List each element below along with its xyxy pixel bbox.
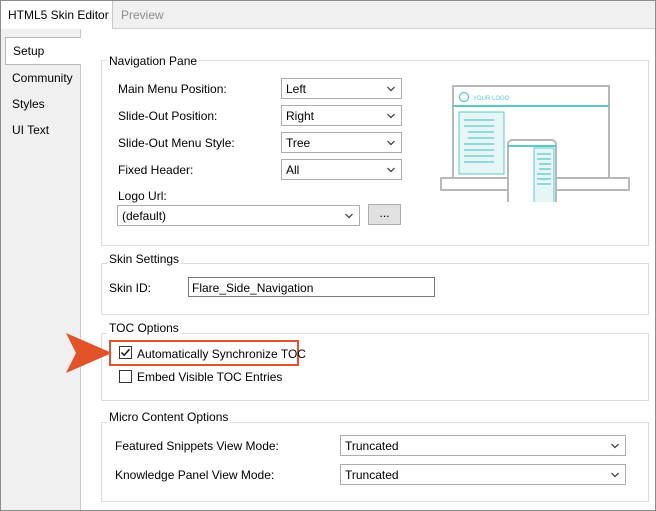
- skin-id-label: Skin ID:: [109, 281, 152, 295]
- knowledge-panel-value: Truncated: [345, 468, 399, 482]
- setup-panel: Navigation Pane Main Menu Position: Left…: [81, 29, 655, 510]
- sidebar-item-label: Styles: [12, 97, 45, 111]
- slide-out-menu-style-label: Slide-Out Menu Style:: [118, 136, 235, 150]
- tab-html5-skin-editor-label: HTML5 Skin Editor: [8, 8, 109, 22]
- sidebar-item-styles[interactable]: Styles: [12, 97, 45, 111]
- knowledge-panel-label: Knowledge Panel View Mode:: [115, 468, 275, 482]
- chevron-down-icon: [387, 140, 395, 146]
- auto-sync-toc-label: Automatically Synchronize TOC: [137, 347, 306, 361]
- featured-snippets-value: Truncated: [345, 439, 399, 453]
- tab-preview-label: Preview: [121, 8, 164, 22]
- fixed-header-label: Fixed Header:: [118, 163, 194, 177]
- embed-visible-toc-label: Embed Visible TOC Entries: [137, 370, 283, 384]
- preview-logo-text: YOUR LOGO: [473, 96, 510, 102]
- sidebar-item-community[interactable]: Community: [12, 71, 73, 85]
- tab-preview[interactable]: Preview: [121, 8, 164, 22]
- logo-url-value: (default): [122, 209, 167, 223]
- main-menu-position-select[interactable]: Left: [281, 78, 402, 99]
- sidebar-item-setup[interactable]: Setup: [5, 37, 82, 65]
- logo-url-select[interactable]: (default): [117, 205, 360, 226]
- skin-id-input[interactable]: Flare_Side_Navigation: [188, 277, 435, 297]
- sidebar: Setup Community Styles UI Text: [1, 29, 82, 510]
- sidebar-item-ui-text[interactable]: UI Text: [12, 123, 49, 137]
- navigation-preview-illustration: YOUR LOGO: [440, 85, 630, 202]
- featured-snippets-select[interactable]: Truncated: [340, 435, 626, 456]
- slide-out-position-value: Right: [286, 109, 315, 123]
- auto-sync-toc-checkbox[interactable]: [119, 346, 132, 359]
- featured-snippets-label: Featured Snippets View Mode:: [115, 439, 279, 453]
- main-menu-position-label: Main Menu Position:: [118, 82, 227, 96]
- main-menu-position-value: Left: [286, 82, 307, 96]
- slide-out-menu-style-select[interactable]: Tree: [281, 132, 402, 153]
- toc-options-legend: TOC Options: [107, 321, 181, 335]
- sidebar-item-label: UI Text: [12, 123, 50, 137]
- fixed-header-value: All: [286, 163, 300, 177]
- navigation-pane-legend: Navigation Pane: [107, 54, 200, 68]
- fixed-header-select[interactable]: All: [281, 159, 402, 180]
- checkmark-icon: [120, 348, 131, 357]
- chevron-down-icon: [387, 86, 395, 92]
- tab-html5-skin-editor[interactable]: HTML5 Skin Editor: [1, 1, 113, 30]
- sidebar-item-label: Setup: [13, 44, 45, 58]
- chevron-down-icon: [611, 472, 619, 478]
- micro-content-group: [101, 422, 649, 502]
- chevron-down-icon: [345, 213, 353, 219]
- logo-url-browse-button[interactable]: ...: [368, 204, 401, 225]
- slide-out-menu-style-value: Tree: [286, 136, 311, 150]
- callout-arrow-icon: [66, 333, 112, 373]
- chevron-down-icon: [387, 113, 395, 119]
- editor-tab-bar: HTML5 Skin Editor Preview: [1, 1, 655, 30]
- slide-out-position-label: Slide-Out Position:: [118, 109, 218, 123]
- knowledge-panel-select[interactable]: Truncated: [340, 464, 626, 485]
- sidebar-item-label: Community: [12, 71, 73, 85]
- micro-content-legend: Micro Content Options: [107, 410, 231, 424]
- skin-settings-legend: Skin Settings: [107, 252, 182, 266]
- skin-id-value: Flare_Side_Navigation: [192, 281, 314, 295]
- embed-visible-toc-checkbox[interactable]: [119, 370, 132, 383]
- chevron-down-icon: [611, 443, 619, 449]
- logo-url-label: Logo Url:: [118, 189, 167, 203]
- chevron-down-icon: [387, 167, 395, 173]
- slide-out-position-select[interactable]: Right: [281, 105, 402, 126]
- skin-editor-window: HTML5 Skin Editor Preview Setup Communit…: [0, 0, 656, 511]
